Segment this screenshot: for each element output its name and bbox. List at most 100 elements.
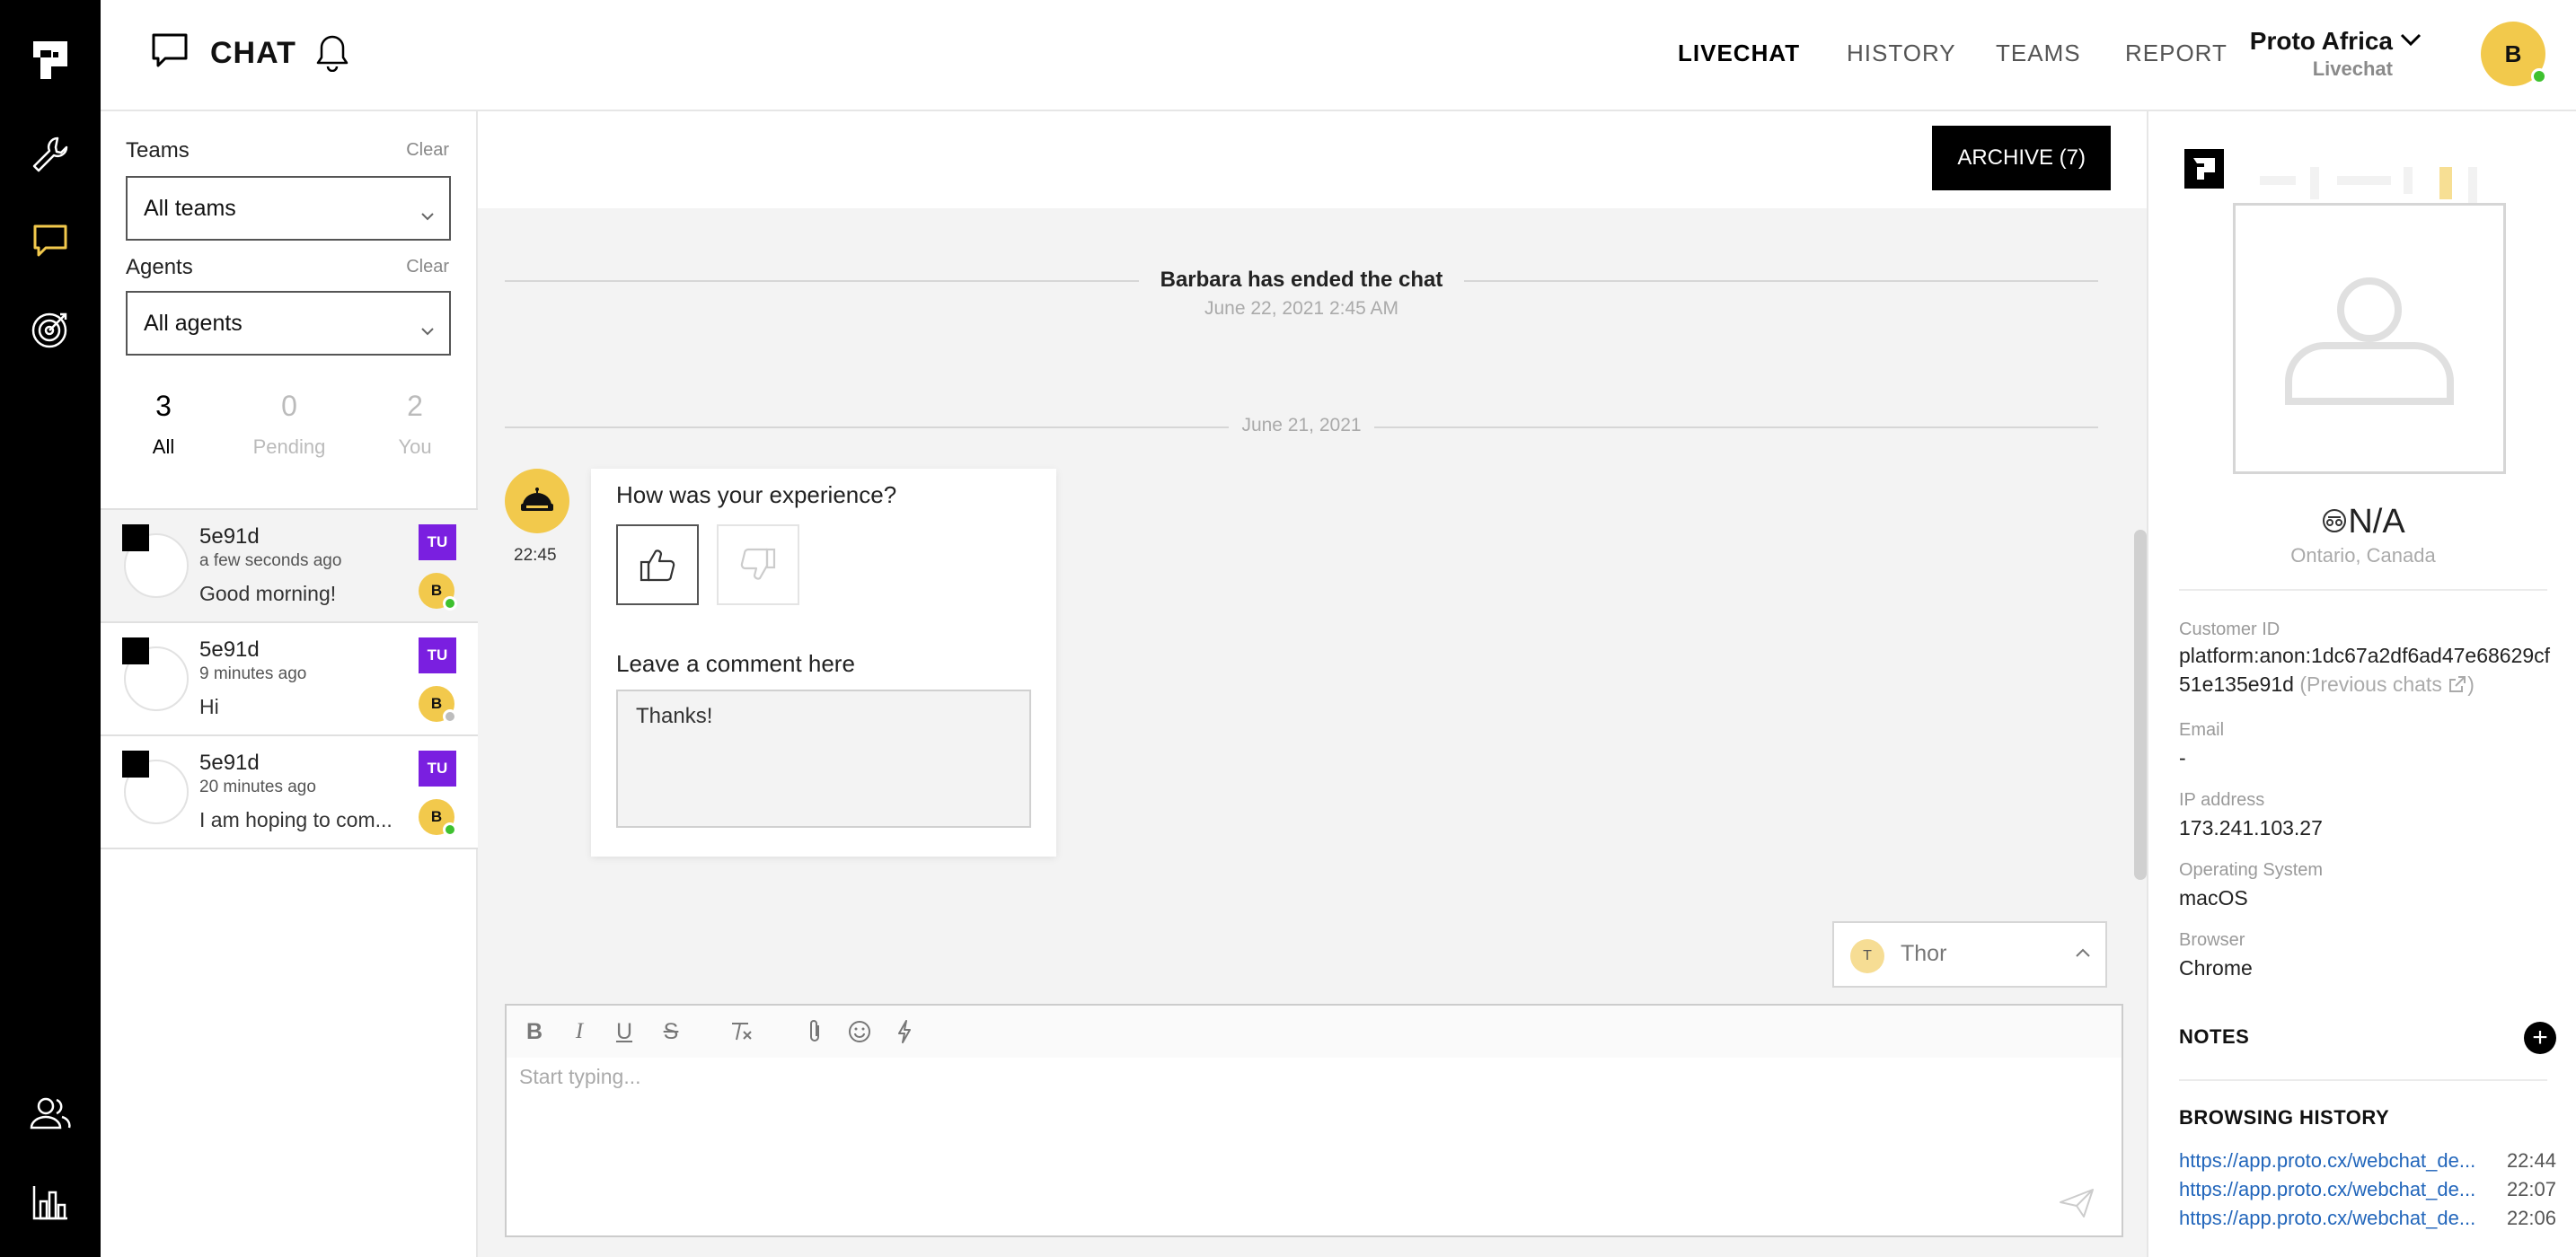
chat-ended-notice: Barbara has ended the chat June 22, 2021… — [478, 268, 2125, 320]
tab-count: 2 — [407, 390, 423, 422]
previous-chats-link[interactable]: (Previous chats ) — [2299, 672, 2475, 696]
top-bar: CHAT LIVECHAT HISTORY TEAMS REPORT Proto… — [101, 0, 2576, 111]
conversation-preview: I am hoping to com... — [199, 808, 393, 831]
users-icon[interactable] — [0, 1097, 101, 1131]
bot-avatar — [505, 469, 569, 533]
nav-report[interactable]: REPORT — [2125, 40, 2228, 67]
conversation-item[interactable]: 5e91d 20 minutes ago I am hoping to com.… — [101, 736, 478, 849]
left-rail — [0, 0, 101, 1257]
chevron-down-icon — [420, 316, 435, 342]
wrench-icon[interactable] — [0, 135, 101, 174]
teams-select-value: All teams — [144, 195, 236, 221]
format-toolbar: B I U S — [507, 1006, 2122, 1058]
team-badge: TU — [419, 751, 456, 787]
tab-count: 3 — [155, 390, 172, 422]
archive-button[interactable]: ARCHIVE (7) — [1932, 126, 2111, 190]
tab-all[interactable]: 3 All — [101, 390, 226, 459]
strikethrough-icon[interactable]: S — [656, 1016, 686, 1047]
customer-id-value: platform:anon:1dc67a2df6ad47e68629cf 51e… — [2179, 641, 2565, 699]
scrollbar[interactable] — [2134, 530, 2147, 880]
bell-icon[interactable] — [316, 34, 348, 76]
platform-icon — [122, 751, 149, 778]
platform-icon — [2184, 149, 2224, 189]
divider — [2179, 589, 2547, 591]
plus-icon: + — [2532, 1023, 2548, 1052]
chat-area: ARCHIVE (7) Barbara has ended the chat J… — [478, 111, 2147, 1257]
comment-box[interactable]: Thanks! — [616, 690, 1031, 828]
conversation-panel: Teams Clear All teams Agents Clear All a… — [101, 111, 478, 1257]
email-label: Email — [2179, 720, 2225, 740]
agents-clear-button[interactable]: Clear — [406, 257, 449, 277]
nav-history[interactable]: HISTORY — [1847, 40, 1956, 67]
bot-icon — [521, 488, 553, 511]
conversation-tabs: 3 All 0 Pending 2 You — [101, 390, 478, 497]
assignee-select[interactable]: T Thor — [1832, 921, 2107, 988]
browsing-history-link[interactable]: https://app.proto.cx/webchat_de... — [2179, 1149, 2493, 1173]
attachment-icon[interactable] — [799, 1016, 830, 1047]
chevron-down-icon — [420, 201, 435, 227]
teams-select[interactable]: All teams — [126, 176, 451, 241]
conversation-preview: Good morning! — [199, 582, 337, 605]
browsing-history-link[interactable]: https://app.proto.cx/webchat_de... — [2179, 1178, 2493, 1201]
comment-label: Leave a comment here — [616, 650, 855, 677]
customer-info-panel: N/A Ontario, Canada Customer ID platform… — [2147, 111, 2576, 1257]
conversation-item[interactable]: 5e91d a few seconds ago Good morning! TU… — [101, 510, 478, 623]
divider — [2179, 1079, 2547, 1081]
conversation-list: 5e91d a few seconds ago Good morning! TU… — [101, 508, 478, 849]
send-icon[interactable] — [2059, 1188, 2095, 1223]
browsing-history-link[interactable]: https://app.proto.cx/webchat_de... — [2179, 1207, 2493, 1230]
browsing-history-row: https://app.proto.cx/webchat_de... 22:07 — [2179, 1178, 2556, 1201]
bar-chart-icon[interactable] — [0, 1183, 101, 1221]
underline-icon[interactable]: U — [609, 1016, 640, 1047]
customer-id-line: platform:anon:1dc67a2df6ad47e68629cf — [2179, 644, 2551, 667]
nav-teams[interactable]: TEAMS — [1996, 40, 2081, 67]
emoji-icon[interactable] — [844, 1016, 875, 1047]
agents-filter-label: Agents — [126, 255, 193, 279]
tab-you[interactable]: 2 You — [352, 390, 478, 459]
customer-location: Ontario, Canada — [2290, 544, 2436, 567]
thumbs-up-button[interactable] — [616, 524, 699, 605]
nav-livechat[interactable]: LIVECHAT — [1678, 40, 1800, 67]
chat-header: ARCHIVE (7) — [478, 111, 2147, 208]
user-initial: B — [2504, 40, 2522, 67]
date-separator-text: June 21, 2021 — [1229, 415, 1374, 435]
tab-pending[interactable]: 0 Pending — [226, 390, 352, 459]
org-subtitle: Livechat — [2312, 57, 2393, 80]
chat-nav-icon[interactable] — [0, 223, 101, 260]
lightning-icon[interactable] — [889, 1016, 920, 1047]
browser-value: Chrome — [2179, 956, 2253, 980]
chat-ended-date: June 22, 2021 2:45 AM — [1204, 298, 1398, 319]
message-time: 22:45 — [514, 546, 557, 565]
assignee-name: Thor — [1901, 941, 1947, 966]
customer-name: N/A — [2348, 503, 2405, 541]
teams-clear-button[interactable]: Clear — [406, 140, 449, 161]
proto-logo[interactable] — [0, 40, 101, 81]
status-dot — [443, 822, 457, 837]
chevron-down-icon[interactable] — [2400, 32, 2422, 51]
browsing-history-heading: BROWSING HISTORY — [2179, 1106, 2390, 1129]
conversation-item[interactable]: 5e91d 9 minutes ago Hi TU B — [101, 623, 478, 736]
org-switcher[interactable]: Proto Africa Livechat — [2250, 27, 2393, 81]
browsing-history-row: https://app.proto.cx/webchat_de... 22:44 — [2179, 1149, 2556, 1173]
thumbs-up-icon — [640, 549, 675, 582]
tab-label: Pending — [252, 435, 326, 458]
agents-select[interactable]: All agents — [126, 291, 451, 356]
team-badge: TU — [419, 637, 456, 673]
user-avatar[interactable]: B — [2481, 22, 2547, 86]
target-icon[interactable] — [0, 309, 101, 350]
message-input[interactable] — [519, 1065, 2046, 1209]
add-note-button[interactable]: + — [2524, 1022, 2556, 1054]
thumbs-down-button[interactable] — [717, 524, 799, 605]
italic-icon[interactable]: I — [564, 1016, 595, 1047]
team-badge: TU — [419, 524, 456, 560]
bold-icon[interactable]: B — [519, 1016, 550, 1047]
conversation-time: 9 minutes ago — [199, 664, 307, 683]
assignee-avatar: T — [1850, 939, 1884, 973]
conversation-name: 5e91d — [199, 637, 260, 662]
conversation-time: 20 minutes ago — [199, 778, 316, 796]
agent-initial: B — [430, 582, 443, 599]
clear-format-icon[interactable] — [726, 1016, 756, 1047]
message-composer: B I U S — [505, 1004, 2123, 1237]
chat-heading: CHAT — [151, 32, 296, 75]
agent-avatar: B — [419, 573, 457, 611]
